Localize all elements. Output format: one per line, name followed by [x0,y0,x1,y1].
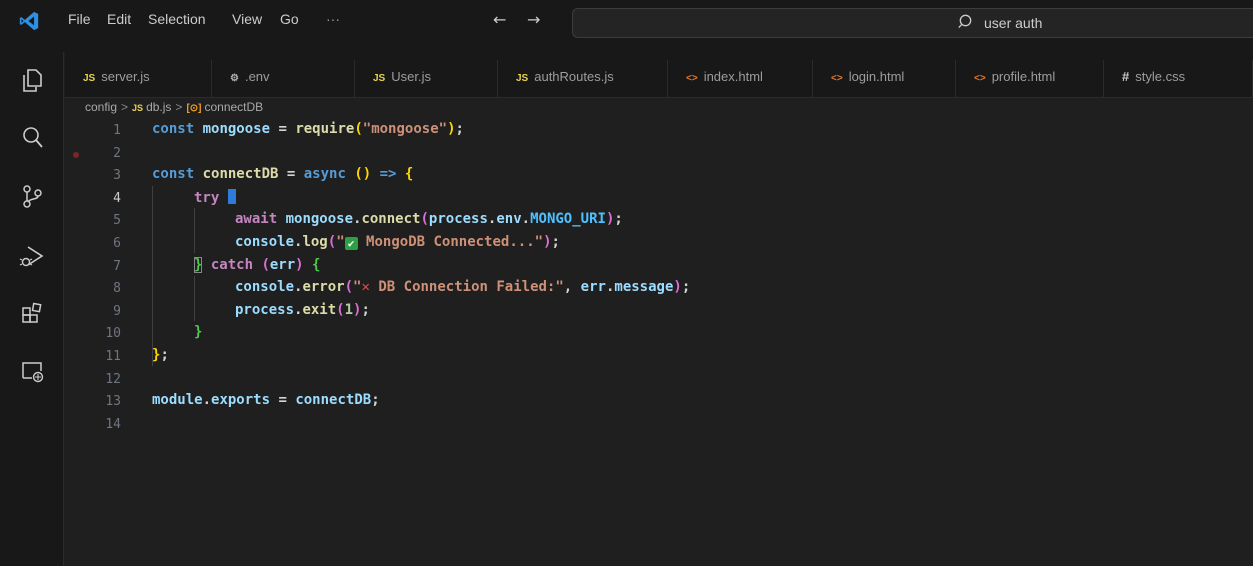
line-number: 14 [105,416,121,432]
code-text: console.log(" ✔ MongoDB Connected..."); [235,234,560,250]
tab-label: login.html [848,69,905,84]
html-file-icon: <> [686,73,698,84]
code-text: } [194,324,203,341]
line-number-active: 4 [113,190,121,206]
line-number: 12 [105,371,121,387]
search-icon [958,14,972,29]
menu-selection[interactable]: Selection [148,11,206,27]
js-file-icon: JS [132,103,144,113]
command-center-search[interactable]: user auth [572,8,1253,38]
run-debug-icon[interactable] [18,242,46,270]
tab-index-html[interactable]: <> index.html [668,60,813,98]
code-line-6: 6 console.log(" ✔ MongoDB Connected..."); [65,233,1253,256]
code-text: console.error("✕ DB Connection Failed:",… [235,279,691,296]
tab-profile-html[interactable]: <> profile.html [956,60,1104,98]
tab-login-html[interactable]: <> login.html [813,60,956,98]
code-line-13: 13 module.exports = connectDB; [65,391,1253,414]
html-file-icon: <> [831,73,843,84]
menu-view[interactable]: View [232,11,262,27]
tab-label: .env [244,69,270,84]
line-number: 10 [105,326,121,342]
breadcrumb-file[interactable]: db.js [146,100,171,114]
code-text: module.exports = connectDB; [152,392,380,409]
menu-more[interactable]: ··· [326,11,340,27]
code-line-12: 12 [65,369,1253,392]
tab-label: authRoutes.js [534,69,614,84]
code-line-5: 5 await mongoose.connect(process.env.MON… [65,210,1253,233]
search-text: user auth [984,15,1043,31]
css-file-icon: # [1122,69,1130,84]
code-line-4: 4 try [65,188,1253,211]
tab-style-css[interactable]: # style.css [1104,60,1253,98]
extensions-icon[interactable] [18,300,46,328]
gear-icon: ⚙ [230,73,239,84]
code-editor[interactable]: 1 const mongoose = require("mongoose"); … [65,118,1253,566]
tab-label: User.js [391,69,431,84]
code-line-10: 10 } [65,323,1253,346]
code-text: try [194,188,236,206]
line-number: 8 [113,281,121,297]
code-line-14: 14 [65,414,1253,437]
remote-explorer-icon[interactable] [18,358,46,386]
check-mark-icon: ✔ [344,237,358,250]
tab-authroutes-js[interactable]: JS authRoutes.js [498,60,668,98]
line-number: 3 [113,168,121,184]
code-text: } catch (err) { [194,256,321,273]
code-line-11: 11 }; [65,346,1253,369]
forward-arrow-icon[interactable]: → [527,10,540,29]
code-text: const mongoose = require("mongoose"); [152,121,464,137]
code-line-3: 3 const connectDB = async () => { [65,165,1253,188]
menu-edit[interactable]: Edit [107,11,131,27]
code-text: await mongoose.connect(process.env.MONGO… [235,211,623,228]
code-text: const connectDB = async () => { [152,166,414,183]
line-number: 9 [113,303,121,319]
title-bar: File Edit Selection View Go ··· ← → user… [0,0,1253,52]
breadcrumb-symbol[interactable]: connectDB [204,100,263,114]
explorer-icon[interactable] [18,66,46,94]
line-number: 6 [113,236,121,251]
line-number: 5 [113,213,121,229]
code-line-9: 9 process.exit(1); [65,301,1253,324]
vscode-logo-icon [19,11,39,31]
js-file-icon: JS [516,73,529,84]
tab-label: profile.html [991,69,1056,84]
tab-label: server.js [101,69,150,84]
code-line-1: 1 const mongoose = require("mongoose"); [65,120,1253,143]
tab-label: index.html [703,69,763,84]
tab-user-js[interactable]: JS User.js [355,60,498,98]
line-number: 1 [113,123,121,138]
code-line-7: 7 } catch (err) { [65,256,1253,279]
breakpoint-icon[interactable] [73,151,79,158]
back-arrow-icon[interactable]: ← [493,10,506,29]
search-icon[interactable] [18,124,46,152]
menu-go[interactable]: Go [280,11,299,27]
editor-tabs: JS server.js ⚙ .env JS User.js JS authRoutes… [65,52,1253,98]
line-number: 7 [113,258,121,274]
source-control-icon[interactable] [18,182,46,210]
activity-bar [0,52,64,566]
variable-symbol-icon: [⊙] [186,103,202,114]
code-text: }; [152,347,169,363]
text-cursor [227,188,236,204]
breadcrumb: config > JS db.js > [⊙] connectDB [85,100,263,118]
tab-server-js[interactable]: JS server.js [65,60,212,98]
line-number: 13 [105,394,121,410]
line-number: 2 [113,145,121,161]
code-line-8: 8 console.error("✕ DB Connection Failed:… [65,278,1253,301]
breadcrumb-folder[interactable]: config [85,100,117,114]
tab-label: style.css [1135,69,1186,84]
menu-file[interactable]: File [68,11,91,27]
code-text: process.exit(1); [235,301,370,318]
code-line-2: 2 [65,143,1253,166]
js-file-icon: JS [83,73,96,84]
tab-env[interactable]: ⚙ .env [212,60,355,98]
html-file-icon: <> [974,73,986,84]
cross-mark-icon: ✕ [361,279,370,296]
chevron-right-icon: > [175,100,183,114]
line-number: 11 [105,349,121,364]
js-file-icon: JS [373,73,386,84]
chevron-right-icon: > [121,100,129,114]
